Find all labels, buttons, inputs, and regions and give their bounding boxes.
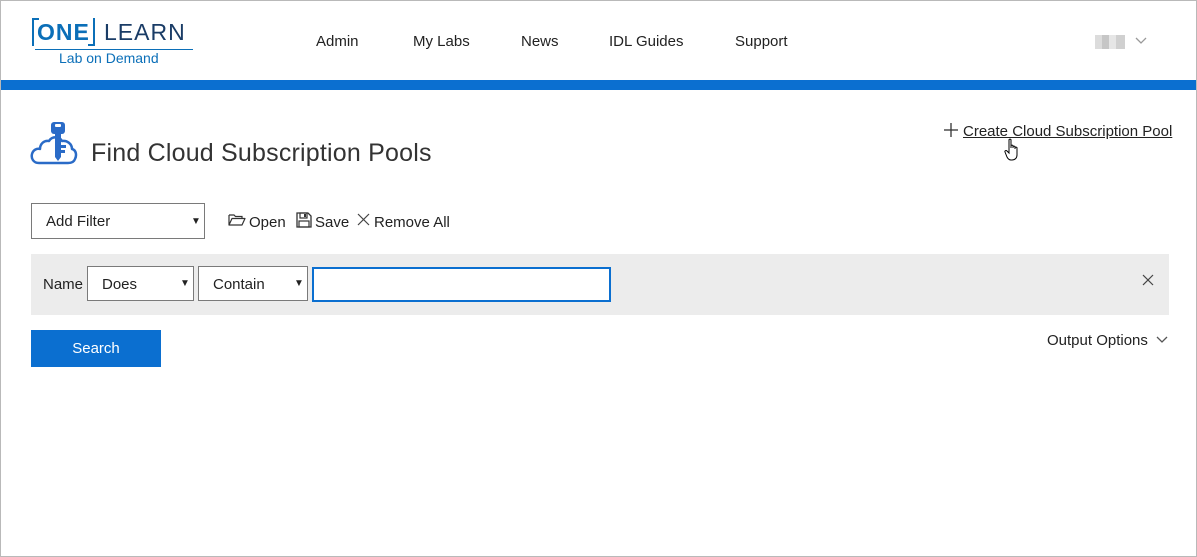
- page-title: Find Cloud Subscription Pools: [91, 139, 432, 167]
- open-label: Open: [249, 214, 286, 231]
- filter-row: Name Does ▼ Contain ▼: [31, 254, 1169, 315]
- operator-contain-select[interactable]: Contain ▼: [198, 266, 308, 301]
- search-button[interactable]: Search: [31, 330, 161, 367]
- nav-idl-guides[interactable]: IDL Guides: [609, 32, 683, 52]
- logo-learn-text: LEARN: [104, 19, 186, 45]
- logo-one-text: ONE: [37, 19, 90, 45]
- add-filter-select[interactable]: Add Filter ▼: [31, 203, 205, 239]
- open-button[interactable]: Open: [228, 211, 288, 233]
- user-menu[interactable]: [1095, 35, 1125, 49]
- nav-admin[interactable]: Admin: [316, 32, 359, 52]
- save-label: Save: [315, 214, 350, 231]
- dropdown-caret-icon: ▼: [294, 278, 304, 289]
- remove-all-label: Remove All: [374, 214, 450, 231]
- nav-my-labs[interactable]: My Labs: [413, 32, 470, 52]
- remove-all-button[interactable]: Remove All: [355, 211, 451, 233]
- create-pool-label: Create Cloud Subscription Pool: [963, 123, 1173, 140]
- header-accent-bar: [1, 80, 1196, 90]
- save-button[interactable]: Save: [295, 211, 350, 233]
- operator-does-label: Does: [102, 276, 138, 293]
- close-icon: [357, 213, 370, 226]
- top-header: ONE LEARN Lab on Demand Admin My Labs Ne…: [1, 1, 1196, 80]
- operator-contain-label: Contain: [213, 276, 265, 293]
- filter-field-label: Name: [43, 276, 84, 293]
- onelearn-logo[interactable]: ONE LEARN Lab on Demand: [32, 16, 197, 68]
- logo-one-mark: ONE: [32, 18, 95, 46]
- operator-does-select[interactable]: Does ▼: [87, 266, 194, 301]
- nav-news[interactable]: News: [521, 32, 559, 52]
- add-filter-label: Add Filter: [46, 213, 111, 230]
- dropdown-caret-icon: ▼: [180, 278, 190, 289]
- logo-subtitle: Lab on Demand: [59, 50, 159, 66]
- plus-icon: [944, 123, 958, 137]
- remove-filter-icon[interactable]: [1140, 272, 1156, 288]
- save-disk-icon: [296, 212, 312, 228]
- folder-open-icon: [228, 214, 246, 226]
- nav-support[interactable]: Support: [735, 32, 788, 52]
- chevron-down-icon: [1156, 336, 1168, 343]
- user-avatar: [1095, 35, 1125, 49]
- chevron-down-icon[interactable]: [1134, 35, 1148, 47]
- cloud-key-icon: [30, 122, 78, 165]
- output-options-label: Output Options: [1047, 332, 1148, 349]
- hand-cursor-icon: [1004, 138, 1018, 161]
- filter-value-input[interactable]: [312, 267, 611, 302]
- dropdown-caret-icon: ▼: [191, 216, 201, 227]
